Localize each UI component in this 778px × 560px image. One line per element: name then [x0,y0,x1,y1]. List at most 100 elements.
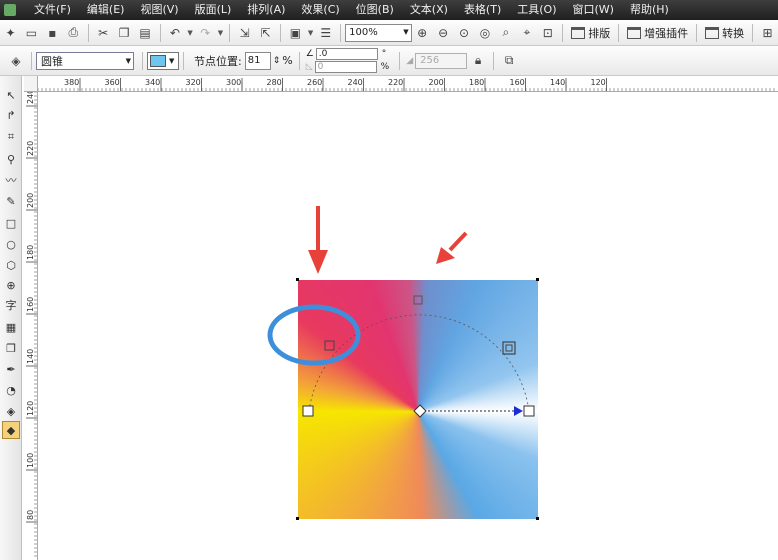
cut-icon[interactable]: ✂ [94,23,113,43]
undo-dropdown-icon[interactable]: ▼ [187,29,192,37]
ellipse-tool-icon[interactable]: ○ [2,235,20,253]
open-folder-icon[interactable]: ▭ [22,23,41,43]
toolbar-separator [142,51,143,70]
crop-tool-icon[interactable]: ⌗ [2,128,20,146]
print-icon[interactable]: ⎙ [64,23,83,43]
toolbar-separator [493,51,495,70]
toolbar-separator [159,23,161,42]
paste-icon[interactable]: ▤ [136,23,155,43]
save-icon[interactable]: ▪ [43,23,62,43]
menu-arrange[interactable]: 排列(A) [239,0,293,20]
redo-icon[interactable]: ↷ [196,23,215,43]
ruler-label: 120 [591,78,606,87]
menu-effects[interactable]: 效果(C) [293,0,347,20]
shape-tool-icon[interactable]: ↱ [2,106,20,124]
freehand-tool-icon[interactable]: 〰 [2,171,20,189]
toolbar-separator [562,23,564,42]
ruler-origin[interactable] [24,76,38,92]
redo-dropdown-icon[interactable]: ▼ [218,29,223,37]
zoom-selected-icon[interactable]: ⊙ [455,23,474,43]
zoom-out-icon[interactable]: ⊖ [434,23,453,43]
fill-tool-icon[interactable]: ◈ [2,402,20,420]
plugin-icon [627,26,642,39]
zoom-height-icon[interactable]: ⊡ [538,23,557,43]
zoom-width-icon[interactable]: ⌖ [517,23,536,43]
menu-window[interactable]: 窗口(W) [565,0,622,20]
menu-file[interactable]: 文件(F) [26,0,79,20]
convert-button[interactable]: 转换 [701,25,748,41]
pick-tool-icon[interactable]: ↖ [2,86,20,104]
toolbox: ↖ ↱ ⌗ ⚲ 〰 ✎ □ ○ ⬡ ⊕ 字 ▦ ❐ ✒ ◔ ◈ ◆ [0,76,22,560]
angle-row: ∠ .0 ° [304,48,389,61]
interactive-blend-tool-icon[interactable]: ❐ [2,339,20,357]
launcher-dropdown-icon[interactable]: ▼ [308,29,313,37]
zoom-page-icon[interactable]: ⌕ [496,23,515,43]
ruler-label: 340 [145,78,160,87]
ruler-label: 300 [226,78,241,87]
copy-icon[interactable]: ❐ [115,23,134,43]
application-launcher-icon[interactable]: ▣ [286,23,305,43]
lock-steps-icon[interactable]: 🔒︎ [468,51,488,71]
angle-unit: ° [381,49,387,59]
outline-tool-icon[interactable]: ◔ [2,381,20,399]
ruler-label: 240 [26,92,35,104]
welcome-screen-icon[interactable]: ☰ [316,23,335,43]
property-bar: ◈ 圆锥 ▼ ▼ 节点位置: 81 ⇕ % ∠ .0 ° ◺ 0 % ◢ 256… [0,46,778,76]
angle-input[interactable]: .0 [315,48,378,60]
menu-table[interactable]: 表格(T) [456,0,509,20]
horizontal-ruler[interactable]: 380 360 340 320 300 280 260 240 220 200 180 160 140 1… [24,76,778,92]
interactive-fill-tool-icon[interactable]: ◆ [2,421,20,439]
import-icon[interactable]: ⇲ [235,23,254,43]
edge-pad-icon: ◺ [305,62,313,72]
edge-row: ◺ 0 % [304,61,389,74]
menu-bitmaps[interactable]: 位图(B) [348,0,402,20]
menu-tools[interactable]: 工具(O) [509,0,564,20]
eyedropper-tool-icon[interactable]: ✒ [2,360,20,378]
node-position-label: 节点位置: [194,54,242,68]
zoom-in-icon[interactable]: ⊕ [413,23,432,43]
steps-input[interactable]: 256 [415,52,468,69]
ruler-label: 380 [64,78,79,87]
horizontal-ruler-ticks: 380 360 340 320 300 280 260 240 220 200 180 160 140 1… [37,78,775,91]
fill-presets-icon[interactable]: ◈ [6,51,26,71]
menu-help[interactable]: 帮助(H) [622,0,677,20]
ruler-label: 260 [307,78,322,87]
rectangle-tool-icon[interactable]: □ [2,214,20,232]
new-document-icon[interactable]: ✦ [1,23,20,43]
table-tool-icon[interactable]: ▦ [2,318,20,336]
menu-text[interactable]: 文本(X) [402,0,456,20]
text-tool-icon[interactable]: 字 [2,296,20,314]
polygon-tool-icon[interactable]: ⬡ [2,256,20,274]
undo-icon[interactable]: ↶ [165,23,184,43]
fill-type-select[interactable]: 圆锥 ▼ [36,51,134,70]
convert-icon [705,26,720,39]
angle-value: .0 [318,49,328,59]
zoom-level-select[interactable]: 100% ▼ [345,23,412,42]
node-color-picker[interactable]: ▼ [147,51,179,70]
menu-edit[interactable]: 编辑(E) [79,0,133,20]
basic-shapes-tool-icon[interactable]: ⊕ [2,276,20,294]
chevron-down-icon: ▼ [169,56,175,65]
zoom-tool-icon[interactable]: ⚲ [2,150,20,168]
copy-fill-icon[interactable]: ⧉ [499,51,519,71]
export-icon[interactable]: ⇱ [256,23,275,43]
zoom-level-value: 100% [349,27,378,38]
node-position-input[interactable]: 81 [244,51,271,70]
edge-pad-unit: % [380,62,390,72]
conical-gradient-rectangle[interactable] [298,280,538,519]
edge-pad-input[interactable]: 0 [314,61,377,73]
vertical-ruler[interactable]: 240 220 200 180 160 140 120 100 80 [24,92,38,560]
zoom-all-icon[interactable]: ◎ [476,23,495,43]
spin-arrows-icon[interactable]: ⇕ [273,56,281,66]
ruler-label: 100 [26,453,35,468]
smart-fill-tool-icon[interactable]: ✎ [2,192,20,210]
menu-layout[interactable]: 版面(L) [187,0,240,20]
toolbar-separator [618,23,620,42]
ruler-label: 200 [429,78,444,87]
standard-toolbar: ✦ ▭ ▪ ⎙ ✂ ❐ ▤ ↶ ▼ ↷ ▼ ⇲ ⇱ ▣ ▼ ☰ 100% ▼ ⊕… [0,20,778,46]
menu-view[interactable]: 视图(V) [132,0,186,20]
toolbar-separator [399,51,401,70]
layout-button[interactable]: 排版 [567,25,614,41]
more-tools-icon[interactable]: ⊞ [758,23,777,43]
enhance-plugin-button[interactable]: 增强插件 [623,25,692,41]
